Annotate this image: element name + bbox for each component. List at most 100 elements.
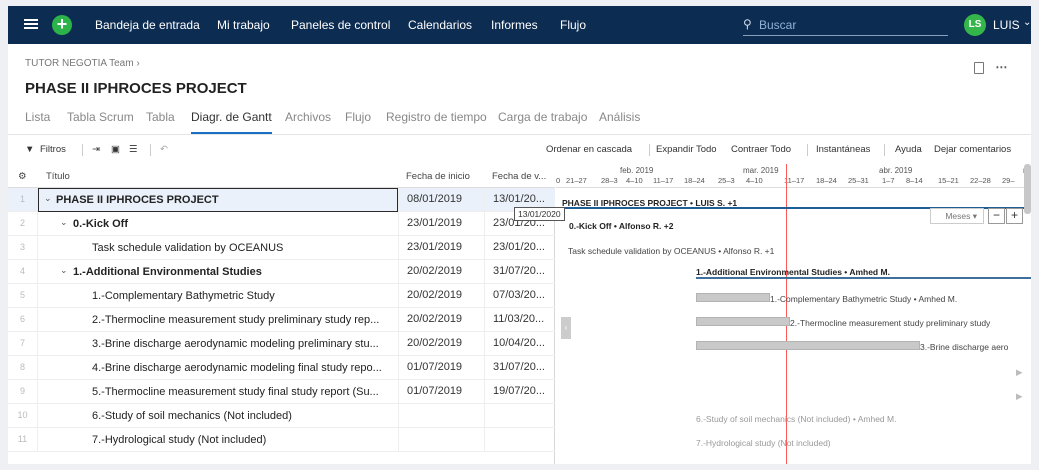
search-input[interactable]	[759, 16, 944, 34]
table-row[interactable]: 3 Task schedule validation by OCEANUS 23…	[8, 236, 555, 260]
help-button[interactable]: Ayuda	[895, 144, 922, 155]
calendar-icon[interactable]: ▣	[111, 144, 120, 155]
column-header-start-date[interactable]: Fecha de inicio	[406, 171, 470, 182]
table-row[interactable]: 4 ⌄ 1.-Additional Environmental Studies …	[8, 260, 555, 284]
week-label: 4–10	[626, 176, 643, 185]
row-start-date[interactable]: 20/02/2019	[398, 284, 484, 307]
tab-files[interactable]: Archivos	[285, 110, 331, 134]
tabs-divider	[8, 134, 1031, 135]
table-row[interactable]: 6 2.-Thermocline measurement study preli…	[8, 308, 555, 332]
row-title[interactable]: 4.-Brine discharge aerodynamic modeling …	[92, 362, 382, 374]
tab-gantt-chart[interactable]: Diagr. de Gantt	[191, 110, 272, 134]
row-end-date[interactable]: 31/07/20...	[484, 260, 555, 283]
scroll-right-arrow-icon[interactable]: ▶	[1016, 367, 1023, 378]
nav-my-work[interactable]: Mi trabajo	[217, 18, 270, 32]
summary-bar-additional[interactable]	[696, 277, 1031, 279]
tab-flow[interactable]: Flujo	[345, 110, 371, 134]
row-end-date[interactable]: 10/04/20...	[484, 332, 555, 355]
row-title[interactable]: 7.-Hydrological study (Not included)	[92, 434, 266, 446]
row-end-date[interactable]: 11/03/20...	[484, 308, 555, 331]
vertical-scrollbar[interactable]	[1024, 164, 1031, 214]
column-header-end-date[interactable]: Fecha de v...	[492, 171, 546, 182]
zoom-scale-select[interactable]: Meses ▾	[930, 208, 984, 224]
row-end-date[interactable]: 19/07/20...	[484, 380, 555, 403]
task-bar-thermocline[interactable]	[696, 317, 790, 326]
row-start-date[interactable]: 23/01/2019	[398, 236, 484, 259]
create-new-button[interactable]: +	[52, 15, 72, 35]
row-title[interactable]: 1.-Complementary Bathymetric Study	[92, 290, 275, 302]
nav-flow[interactable]: Flujo	[560, 18, 586, 32]
row-start-date[interactable]: 08/01/2019	[398, 188, 484, 211]
column-header-title[interactable]: Título	[46, 171, 70, 182]
table-row[interactable]: 2 ⌄ 0.-Kick Off 23/01/2019 23/01/20...	[8, 212, 555, 236]
row-start-date[interactable]: 01/07/2019	[398, 356, 484, 379]
tab-scrum-board[interactable]: Tabla Scrum	[67, 110, 134, 134]
more-options-icon[interactable]: ⋯	[995, 60, 1007, 74]
week-label: 25–3	[718, 176, 735, 185]
nav-inbox[interactable]: Bandeja de entrada	[95, 18, 200, 32]
table-row[interactable]: 10 6.-Study of soil mechanics (Not inclu…	[8, 404, 555, 428]
user-avatar[interactable]: LS	[964, 14, 986, 36]
row-end-date[interactable]: 23/01/20...	[484, 236, 555, 259]
user-name[interactable]: LUIS	[993, 18, 1020, 32]
breadcrumb[interactable]: TUTOR NEGOTIA Team ›	[25, 58, 140, 69]
leave-feedback-button[interactable]: Dejar comentarios	[934, 144, 1011, 155]
snapshots-button[interactable]: Instantáneas	[816, 144, 870, 155]
task-bar-bathymetric[interactable]	[696, 293, 770, 302]
table-row[interactable]: 9 5.-Thermocline measurement study final…	[8, 380, 555, 404]
row-start-date[interactable]: 20/02/2019	[398, 260, 484, 283]
indent-icon[interactable]: ⇥	[92, 144, 100, 155]
filters-button[interactable]: Filtros	[40, 144, 66, 155]
row-start-date[interactable]: 20/02/2019	[398, 332, 484, 355]
week-label: 22–28	[970, 176, 991, 185]
table-row[interactable]: 8 4.-Brine discharge aerodynamic modelin…	[8, 356, 555, 380]
row-end-date[interactable]: 07/03/20...	[484, 284, 555, 307]
row-title[interactable]: 2.-Thermocline measurement study prelimi…	[92, 314, 379, 326]
task-bar-brine[interactable]	[696, 341, 920, 350]
chevron-down-icon[interactable]: ⌄	[60, 265, 68, 276]
critical-path-icon[interactable]: ☰	[129, 144, 138, 155]
project-info-icon[interactable]	[974, 61, 984, 74]
search-icon[interactable]: ⚲	[743, 17, 752, 31]
row-title[interactable]: 0.-Kick Off	[73, 218, 128, 230]
tab-list[interactable]: Lista	[25, 110, 50, 134]
row-end-date[interactable]: 31/07/20...	[484, 356, 555, 379]
settings-gear-icon[interactable]: ⚙	[18, 171, 27, 182]
row-start-date[interactable]	[398, 428, 484, 451]
undo-icon[interactable]: ↶	[160, 144, 168, 155]
cascade-order-button[interactable]: Ordenar en cascada	[546, 144, 632, 155]
row-start-date[interactable]: 23/01/2019	[398, 212, 484, 235]
filter-icon[interactable]: ▼	[25, 144, 34, 155]
breadcrumb-team[interactable]: TUTOR NEGOTIA Team	[25, 58, 134, 69]
nav-reports[interactable]: Informes	[491, 18, 538, 32]
collapse-all-button[interactable]: Contraer Todo	[731, 144, 791, 155]
row-title[interactable]: Task schedule validation by OCEANUS	[92, 242, 283, 254]
chevron-down-icon[interactable]: ⌄	[60, 217, 68, 228]
chevron-down-icon[interactable]: ⌄	[1023, 17, 1031, 28]
row-title[interactable]: 3.-Brine discharge aerodynamic modeling …	[92, 338, 379, 350]
tab-analysis[interactable]: Análisis	[599, 110, 640, 134]
week-label: 15–21	[938, 176, 959, 185]
tab-board[interactable]: Tabla	[146, 110, 175, 134]
nav-calendars[interactable]: Calendarios	[408, 18, 472, 32]
tab-workload[interactable]: Carga de trabajo	[498, 110, 587, 134]
row-title[interactable]: 6.-Study of soil mechanics (Not included…	[92, 410, 292, 422]
zoom-out-button[interactable]: −	[988, 208, 1005, 224]
table-row[interactable]: 5 1.-Complementary Bathymetric Study 20/…	[8, 284, 555, 308]
row-start-date[interactable]: 20/02/2019	[398, 308, 484, 331]
tab-time-log[interactable]: Registro de tiempo	[386, 110, 487, 134]
zoom-in-button[interactable]: +	[1006, 208, 1023, 224]
expand-all-button[interactable]: Expandir Todo	[656, 144, 717, 155]
table-row[interactable]: 7 3.-Brine discharge aerodynamic modelin…	[8, 332, 555, 356]
row-end-date[interactable]	[484, 428, 555, 451]
nav-dashboards[interactable]: Paneles de control	[291, 18, 390, 32]
row-title[interactable]: 1.-Additional Environmental Studies	[73, 266, 262, 278]
hamburger-menu-icon[interactable]	[24, 17, 38, 31]
row-title[interactable]: 5.-Thermocline measurement study final s…	[92, 386, 379, 398]
table-row[interactable]: 11 7.-Hydrological study (Not included)	[8, 428, 555, 452]
scroll-right-arrow-icon[interactable]: ▶	[1016, 391, 1023, 402]
row-start-date[interactable]	[398, 404, 484, 427]
row-start-date[interactable]: 01/07/2019	[398, 380, 484, 403]
gantt-label-thermocline: 2.-Thermocline measurement study prelimi…	[790, 318, 991, 328]
row-end-date[interactable]	[484, 404, 555, 427]
